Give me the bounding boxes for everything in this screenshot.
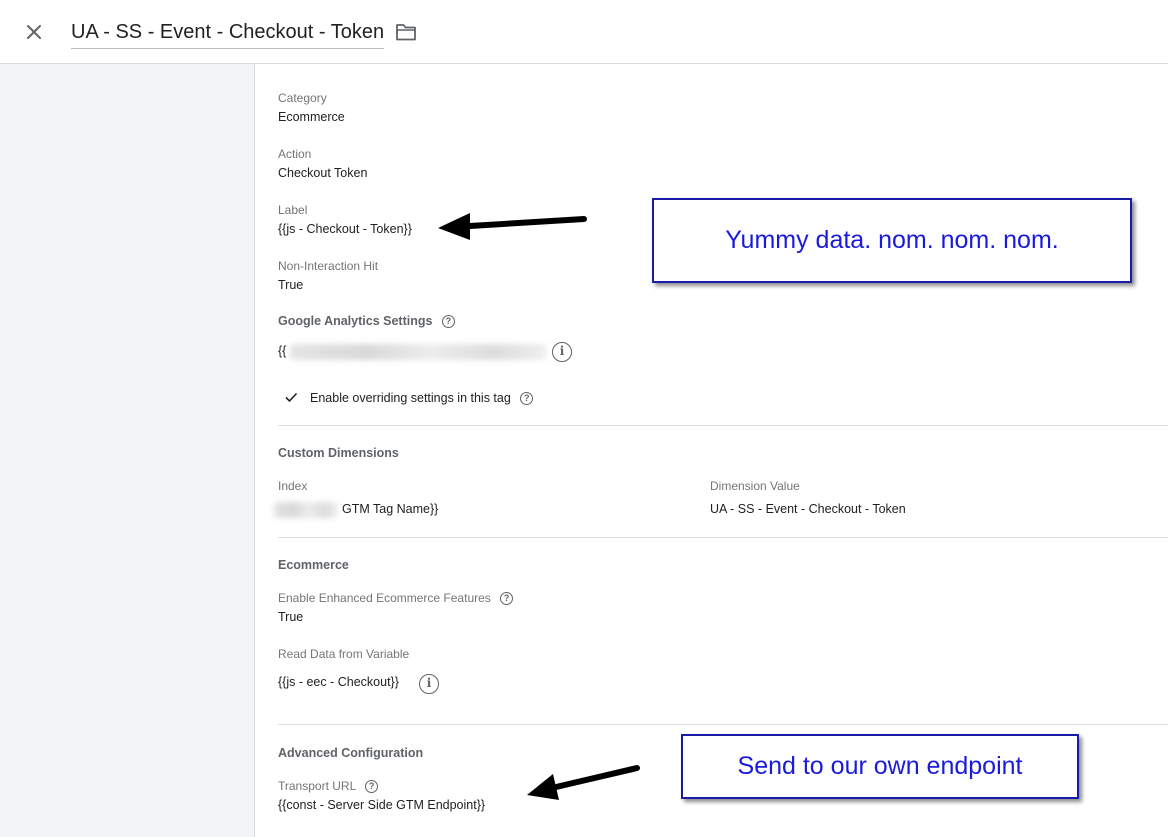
annotation-arrow-bottom [527, 765, 640, 800]
